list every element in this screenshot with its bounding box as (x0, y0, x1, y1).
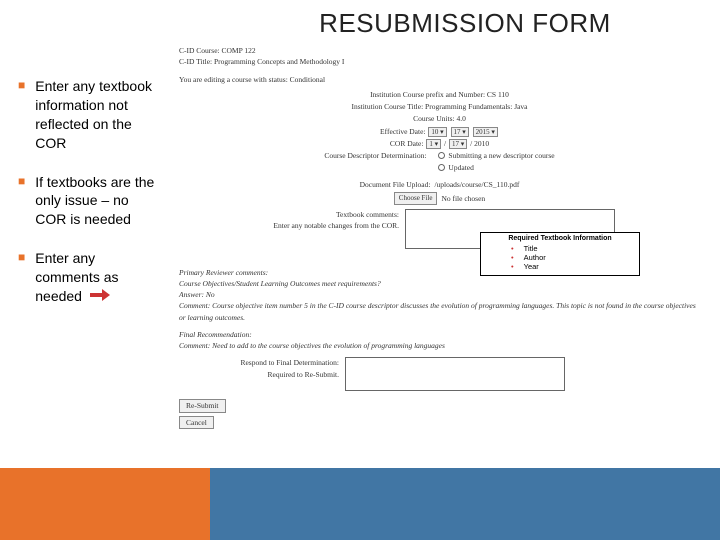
units-value: 4.0 (456, 114, 465, 123)
units-row: Course Units: 4.0 (179, 113, 700, 124)
bullet-text: Enter any textbook information not refle… (35, 77, 155, 153)
descriptor-row: Course Descriptor Determination: Submitt… (179, 150, 700, 173)
effective-date-row: Effective Date: 10 ▾ 17 ▾ 2015 ▾ (179, 126, 700, 137)
respond-input[interactable] (345, 357, 565, 391)
footer-bar (0, 468, 720, 540)
descriptor-label: Course Descriptor Determination: (324, 150, 426, 161)
inst-title-row: Institution Course Title: Programming Fu… (179, 101, 700, 112)
radio-option[interactable]: Submitting a new descriptor course (438, 150, 554, 161)
radio-option[interactable]: Updated (438, 162, 554, 173)
bullet-icon: ■ (18, 77, 25, 153)
req-item: Year (511, 262, 635, 271)
reviewer-comment: Comment: Course objective item number 5 … (179, 300, 700, 323)
req-item: Author (511, 253, 635, 262)
radio-label: Updated (448, 162, 473, 173)
footer-blue (210, 468, 720, 540)
bullet-text: If textbooks are the only issue – no COR… (35, 173, 155, 230)
final-recommendation: Final Recommendation: (179, 329, 700, 340)
status-line: You are editing a course with status: Co… (179, 74, 700, 85)
bullet-item: ■ If textbooks are the only issue – no C… (18, 173, 155, 230)
day-select[interactable]: 17 ▾ (451, 127, 469, 137)
cancel-button[interactable]: Cancel (179, 416, 214, 429)
page-title: RESUBMISSION FORM (0, 0, 720, 43)
month-select[interactable]: 10 ▾ (428, 127, 446, 137)
bullet-icon: ■ (18, 249, 25, 306)
respond-hint: Required to Re-Submit. (179, 369, 339, 380)
sidebar: ■ Enter any textbook information not ref… (0, 43, 155, 473)
upload-label: Document File Upload: (360, 179, 431, 190)
upload-path: /uploads/course/CS_110.pdf (434, 179, 519, 190)
bullet-item: ■ Enter any comments as needed (18, 249, 155, 306)
cor-date-label: COR Date: (390, 139, 424, 148)
year-select[interactable]: 2015 ▾ (473, 127, 498, 137)
upload-row: Document File Upload: /uploads/course/CS… (179, 179, 700, 190)
reviewer-answer: Answer: No (179, 289, 700, 300)
file-chooser-row: Choose File No file chosen (179, 192, 700, 205)
reviewer-section: Primary Reviewer comments: Course Object… (179, 267, 700, 352)
tb-comment-label: Textbook comments: (179, 209, 399, 220)
institution-block: Institution Course prefix and Number: CS… (179, 89, 700, 173)
bullet-text: Enter any comments as needed (35, 249, 155, 306)
callout-title: Required Textbook Information (485, 235, 635, 242)
arrow-right-icon (90, 289, 110, 301)
bullet-icon: ■ (18, 173, 25, 230)
action-buttons: Re-Submit Cancel (179, 399, 700, 432)
day-select[interactable]: 17 ▾ (449, 139, 467, 149)
cor-date-row: COR Date: 1 ▾ / 17 ▾ / 2010 (179, 138, 700, 149)
respond-label: Respond to Final Determination: (179, 357, 339, 368)
radio-icon (438, 152, 445, 159)
cor-year: 2010 (474, 139, 489, 148)
final-rec-comment: Comment: Need to add to the course objec… (179, 340, 700, 351)
footer-orange (0, 468, 210, 540)
inst-title-value: Programming Fundamentals: Java (425, 102, 527, 111)
choose-file-button[interactable]: Choose File (394, 192, 438, 205)
radio-icon (438, 164, 445, 171)
resubmit-button[interactable]: Re-Submit (179, 399, 226, 412)
inst-prefix: Institution Course prefix and Number: CS… (179, 89, 700, 100)
units-label: Course Units: (413, 114, 454, 123)
month-select[interactable]: 1 ▾ (426, 139, 441, 149)
file-status: No file chosen (441, 193, 485, 204)
reviewer-question: Course Objectives/Student Learning Outco… (179, 278, 700, 289)
effective-date-label: Effective Date: (380, 127, 425, 136)
radio-label: Submitting a new descriptor course (448, 150, 554, 161)
inst-title-label: Institution Course Title: (351, 102, 423, 111)
cid-title: C-ID Title: Programming Concepts and Met… (179, 56, 700, 67)
bullet-item: ■ Enter any textbook information not ref… (18, 77, 155, 153)
required-textbook-callout: Required Textbook Information Title Auth… (480, 232, 640, 276)
tb-comment-hint: Enter any notable changes from the COR. (179, 220, 399, 231)
respond-row: Respond to Final Determination: Required… (179, 357, 700, 391)
cid-course: C-ID Course: COMP 122 (179, 45, 700, 56)
req-item: Title (511, 244, 635, 253)
